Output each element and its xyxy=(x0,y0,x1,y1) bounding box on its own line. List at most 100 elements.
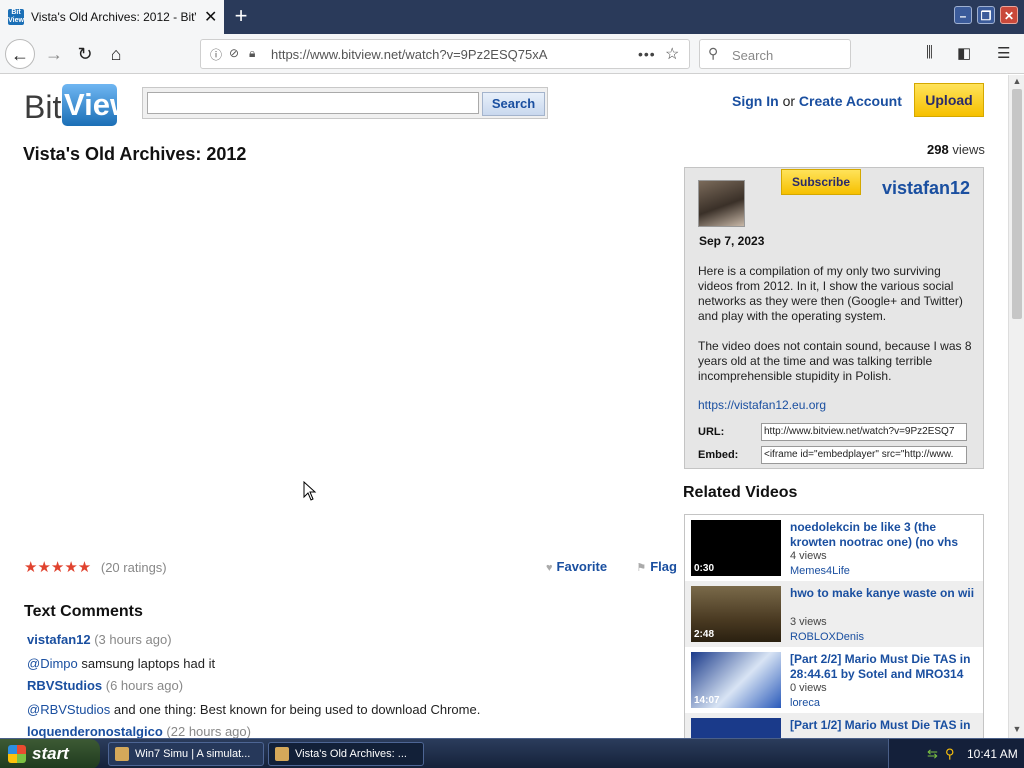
rating-count: (20 ratings) xyxy=(100,560,167,575)
bookmark-star-icon[interactable]: ☆ xyxy=(665,44,679,64)
comments-heading: Text Comments xyxy=(24,603,143,620)
related-video-title[interactable]: noedolekcin be like 3 (the krowten nootr… xyxy=(790,520,975,550)
sidebar-icon[interactable]: ◧ xyxy=(957,44,971,62)
comment-text: @Dimpo samsung laptops had it xyxy=(27,656,215,671)
taskbar-item[interactable]: Win7 Simu | A simulat... xyxy=(108,742,264,766)
start-label: start xyxy=(32,744,69,763)
web-page: Bit View Search Sign In or Create Accoun… xyxy=(0,75,1008,738)
network-icon[interactable]: ⇆ xyxy=(927,746,938,762)
channel-name[interactable]: vistafan12 xyxy=(882,178,970,199)
tab-title: Vista's Old Archives: 2012 - BitView xyxy=(31,10,196,24)
back-arrow-icon[interactable]: ← xyxy=(5,39,35,69)
scroll-down-icon[interactable]: ▼ xyxy=(1011,724,1023,736)
video-thumbnail[interactable] xyxy=(691,718,781,738)
view-count: 298 views xyxy=(927,142,985,157)
embed-field[interactable]: <iframe id="embedplayer" src="http://www… xyxy=(761,446,967,464)
related-video-item[interactable]: 14:07 [Part 2/2] Mario Must Die TAS in 2… xyxy=(685,647,983,713)
app-icon xyxy=(275,747,289,761)
video-thumbnail[interactable]: 0:30 xyxy=(691,520,781,576)
related-videos-list: 0:30 noedolekcin be like 3 (the krowten … xyxy=(684,514,984,738)
sign-in-link[interactable]: Sign In xyxy=(732,93,779,109)
forward-arrow-icon[interactable]: → xyxy=(39,39,69,69)
logo-bit: Bit xyxy=(24,89,62,125)
page-actions-icon[interactable]: ••• xyxy=(638,46,656,62)
maximize-icon[interactable]: ❐ xyxy=(977,6,995,24)
related-video-title[interactable]: [Part 2/2] Mario Must Die TAS in 28:44.6… xyxy=(790,652,975,682)
site-search-input[interactable] xyxy=(147,92,479,114)
library-icon[interactable]: ⫼ xyxy=(926,44,933,61)
url-text[interactable]: https://www.bitview.net/watch?v=9Pz2ESQ7… xyxy=(271,47,547,62)
start-button[interactable]: start xyxy=(0,739,100,768)
related-video-user[interactable]: ROBLOXDenis xyxy=(790,631,864,643)
related-video-item[interactable]: 2:48 hwo to make kanye waste on wii 3 vi… xyxy=(685,581,983,647)
description-link[interactable]: https://vistafan12.eu.org xyxy=(698,398,826,412)
create-account-link[interactable]: Create Account xyxy=(799,93,902,109)
comment-body: samsung laptops had it xyxy=(77,656,216,671)
menu-icon[interactable]: ☰ xyxy=(997,44,1010,62)
auth-links: Sign In or Create Account xyxy=(732,93,902,109)
url-field[interactable]: http://www.bitview.net/watch?v=9Pz2ESQ7 xyxy=(761,423,967,441)
window-close-icon[interactable]: ✕ xyxy=(1000,6,1018,24)
windows-logo-icon xyxy=(8,745,26,763)
related-video-user[interactable]: Memes4Life xyxy=(790,565,850,577)
avatar[interactable] xyxy=(698,180,745,227)
description-paragraph: The video does not contain sound, becaus… xyxy=(698,339,972,383)
browser-tab[interactable]: Bit View Vista's Old Archives: 2012 - Bi… xyxy=(0,0,224,34)
comment-time: (3 hours ago) xyxy=(94,632,172,647)
video-duration: 0:30 xyxy=(694,563,715,574)
video-thumbnail[interactable]: 2:48 xyxy=(691,586,781,642)
related-video-title[interactable]: hwo to make kanye waste on wii xyxy=(790,586,975,601)
taskbar-item-label: Win7 Simu | A simulat... xyxy=(135,748,251,760)
favorite-link[interactable]: Favorite xyxy=(557,559,608,574)
address-bar[interactable]: ⓘ ⊘ 🔒︎ https://www.bitview.net/watch?v=9… xyxy=(200,39,690,69)
video-duration: 14:07 xyxy=(694,695,720,706)
mouse-cursor-icon xyxy=(303,481,317,501)
page-scrollbar[interactable]: ▲ ▼ xyxy=(1008,75,1024,738)
comment-user[interactable]: vistafan12 xyxy=(27,632,91,647)
related-video-views: 0 views xyxy=(790,682,827,694)
taskbar-item-active[interactable]: Vista's Old Archives: ... xyxy=(268,742,424,766)
video-title: Vista's Old Archives: 2012 xyxy=(23,144,247,164)
upload-button[interactable]: Upload xyxy=(914,83,984,117)
flag-link[interactable]: Flag xyxy=(650,559,677,574)
video-thumbnail[interactable]: 14:07 xyxy=(691,652,781,708)
or-text: or xyxy=(782,93,796,109)
scroll-up-icon[interactable]: ▲ xyxy=(1011,76,1023,88)
info-icon[interactable]: ⓘ xyxy=(210,46,222,63)
related-video-item[interactable]: 0:30 noedolekcin be like 3 (the krowten … xyxy=(685,515,983,581)
home-icon[interactable]: ⌂ xyxy=(101,39,131,69)
lock-icon[interactable]: 🔒︎ xyxy=(249,46,255,61)
tracking-protection-icon[interactable]: ⊘ xyxy=(229,46,239,60)
search-icon[interactable]: ⚲ xyxy=(945,746,955,762)
comment-mention[interactable]: @RBVStudios xyxy=(27,702,110,717)
site-search-button[interactable]: Search xyxy=(482,92,545,116)
scrollbar-thumb[interactable] xyxy=(1012,89,1022,319)
embed-label: Embed: xyxy=(698,449,739,461)
browser-search-input[interactable]: ⚲ Search xyxy=(699,39,851,69)
taskbar-item-label: Vista's Old Archives: ... xyxy=(295,748,407,760)
related-video-user[interactable]: loreca xyxy=(790,697,820,709)
comment-user[interactable]: RBVStudios xyxy=(27,678,102,693)
logo-view: View xyxy=(62,84,134,126)
related-video-title[interactable]: [Part 1/2] Mario Must Die TAS in xyxy=(790,718,975,733)
clock[interactable]: 10:41 AM xyxy=(967,747,1018,761)
new-tab-icon[interactable]: + xyxy=(230,4,252,28)
comment-author: loquenderonostalgico (22 hours ago) xyxy=(27,724,251,738)
comment-text: @RBVStudios and one thing: Best known fo… xyxy=(27,702,480,717)
site-favicon-icon: Bit View xyxy=(8,9,24,25)
rating-stars[interactable]: ★★★★★ xyxy=(24,559,91,576)
comment-mention[interactable]: @Dimpo xyxy=(27,656,78,671)
related-video-views: 4 views xyxy=(790,550,827,562)
comment-user[interactable]: loquenderonostalgico xyxy=(27,724,163,738)
comment-time: (22 hours ago) xyxy=(166,724,251,738)
tab-close-icon[interactable]: ✕ xyxy=(204,7,217,27)
related-video-item[interactable]: [Part 1/2] Mario Must Die TAS in xyxy=(685,713,983,738)
reload-icon[interactable]: ↻ xyxy=(70,39,100,69)
subscribe-button[interactable]: Subscribe xyxy=(781,169,861,195)
bitview-logo[interactable]: Bit View xyxy=(24,83,134,127)
flag-icon: ⚑ xyxy=(636,562,647,574)
url-label: URL: xyxy=(698,426,725,438)
video-player[interactable] xyxy=(23,170,663,550)
comment-author: vistafan12 (3 hours ago) xyxy=(27,632,172,647)
minimize-icon[interactable]: – xyxy=(954,6,972,24)
